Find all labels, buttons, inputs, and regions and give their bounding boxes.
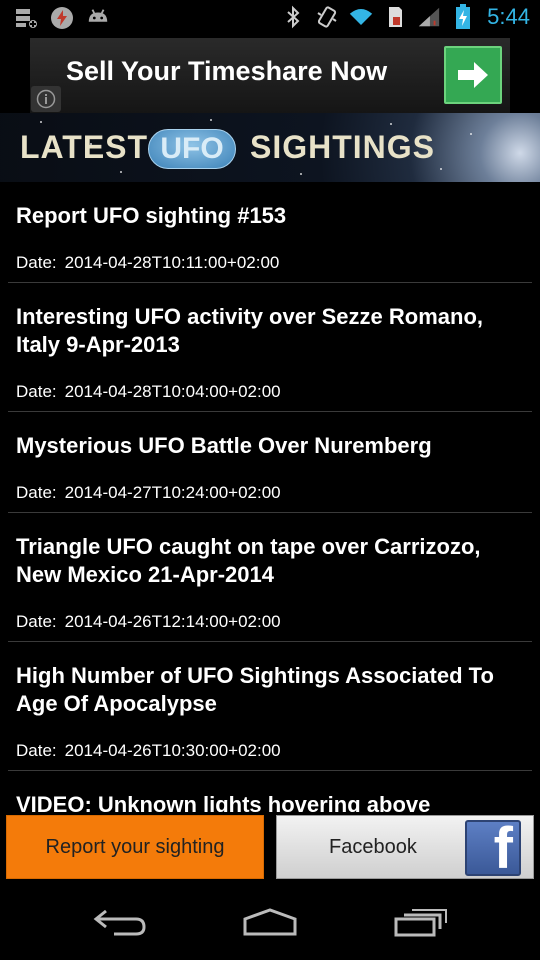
- date-value: 2014-04-27T10:24:00+02:00: [64, 483, 281, 502]
- list-item[interactable]: Interesting UFO activity over Sezze Roma…: [8, 283, 532, 412]
- date-label: Date:: [16, 741, 57, 760]
- item-title: High Number of UFO Sightings Associated …: [16, 663, 494, 716]
- list-item[interactable]: Triangle UFO caught on tape over Carrizo…: [8, 513, 532, 642]
- item-title: Interesting UFO activity over Sezze Roma…: [16, 304, 484, 357]
- sd-card-icon: [383, 5, 407, 29]
- back-icon[interactable]: [85, 902, 155, 942]
- info-icon[interactable]: [31, 86, 61, 112]
- ufo-badge: UFO: [148, 129, 236, 169]
- item-date: Date: 2014-04-26T10:30:00+02:00: [8, 718, 532, 770]
- date-value: 2014-04-26T10:30:00+02:00: [64, 741, 281, 760]
- facebook-logo-icon: f: [465, 820, 521, 876]
- arrow-right-icon[interactable]: [444, 46, 502, 104]
- date-value: 2014-04-26T12:14:00+02:00: [64, 612, 281, 631]
- item-date: Date: 2014-04-27T10:24:00+02:00: [8, 460, 532, 512]
- date-label: Date:: [16, 253, 57, 272]
- date-label: Date:: [16, 382, 57, 401]
- header-word-sightings: SIGHTINGS: [250, 129, 436, 165]
- status-bar: 5:44: [0, 0, 540, 38]
- item-date: Date: 2014-04-26T12:14:00+02:00: [8, 589, 532, 641]
- date-value: 2014-04-28T10:11:00+02:00: [64, 253, 280, 272]
- flash-icon: [50, 6, 74, 30]
- item-title: VIDEO: Unknown lights hovering above Stu…: [16, 792, 431, 812]
- home-icon[interactable]: [235, 902, 305, 942]
- facebook-button[interactable]: Facebook f: [276, 815, 534, 879]
- navigation-bar: [0, 880, 540, 960]
- battery-charging-icon: [451, 4, 475, 29]
- bluetooth-icon: [281, 5, 305, 29]
- list-item[interactable]: High Number of UFO Sightings Associated …: [8, 642, 532, 771]
- item-title: Triangle UFO caught on tape over Carrizo…: [16, 534, 481, 587]
- date-value: 2014-04-28T10:04:00+02:00: [64, 382, 281, 401]
- status-time: 5:44: [487, 4, 530, 29]
- ad-banner[interactable]: Sell Your Timeshare Now: [30, 38, 510, 113]
- item-date: Date: 2014-04-28T10:11:00+02:00: [8, 230, 532, 282]
- list-item[interactable]: Report UFO sighting #153 Date: 2014-04-28…: [8, 182, 532, 283]
- latest-sightings-banner: LATEST UFO SIGHTINGS: [0, 113, 540, 182]
- wifi-icon: [349, 5, 373, 29]
- list-item[interactable]: Mysterious UFO Battle Over Nuremberg Dat…: [8, 412, 532, 513]
- news-list[interactable]: Report UFO sighting #153 Date: 2014-04-28…: [0, 182, 540, 812]
- recent-apps-icon[interactable]: [385, 902, 455, 942]
- item-date: Date: 2014-04-28T10:04:00+02:00: [8, 359, 532, 411]
- report-sighting-button[interactable]: Report your sighting: [6, 815, 264, 879]
- header-word-ufo: UFO: [160, 132, 224, 165]
- item-title: Mysterious UFO Battle Over Nuremberg: [16, 433, 432, 458]
- date-label: Date:: [16, 612, 57, 631]
- signal-icon: [417, 5, 441, 29]
- ad-text: Sell Your Timeshare Now: [66, 56, 388, 86]
- facebook-label: Facebook: [329, 836, 417, 858]
- facebook-logo-letter: f: [493, 820, 513, 876]
- list-item[interactable]: VIDEO: Unknown lights hovering above Stu…: [8, 771, 532, 812]
- item-title: Report UFO sighting #153: [16, 203, 287, 228]
- header-word-latest: LATEST: [20, 129, 149, 165]
- storage-icon: [14, 6, 38, 30]
- android-icon: [86, 6, 110, 30]
- vibrate-icon: [315, 5, 339, 29]
- date-label: Date:: [16, 483, 57, 502]
